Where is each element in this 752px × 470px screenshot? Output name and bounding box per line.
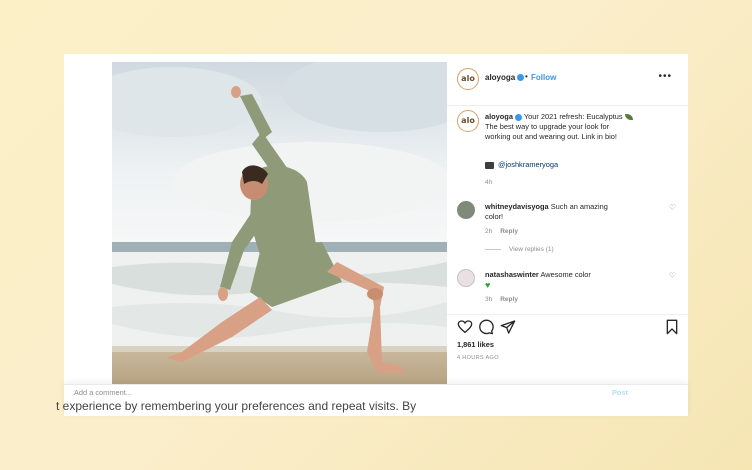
follow-button[interactable]: Follow — [531, 73, 556, 82]
share-icon[interactable] — [500, 319, 516, 335]
comment-avatar[interactable] — [457, 201, 475, 219]
post-photo[interactable] — [112, 62, 447, 385]
separator-dot: • — [525, 72, 528, 81]
green-heart-icon: ♥ — [485, 280, 491, 290]
tagged-user[interactable]: @joshkrameryoga — [485, 160, 558, 169]
comment-avatar[interactable] — [457, 269, 475, 287]
caption-body: Your 2021 refresh: Eucalyptus — [523, 112, 623, 121]
caption-body-2: The best way to upgrade your look for wo… — [485, 122, 617, 141]
cookie-banner: Add a comment... Post t experience by re… — [56, 384, 688, 416]
comment-username[interactable]: whitneydavisyoga — [485, 202, 549, 211]
leaf-icon — [624, 114, 633, 121]
verified-icon — [517, 74, 525, 82]
camera-icon — [485, 161, 494, 169]
caption-username[interactable]: aloyoga — [485, 112, 513, 121]
more-icon[interactable]: ••• — [658, 71, 672, 82]
add-comment-input[interactable]: Add a comment... — [74, 388, 132, 397]
post-header: alo aloyoga • Follow ••• — [447, 62, 688, 106]
username-link[interactable]: aloyoga — [485, 73, 525, 82]
post-timestamp: 4 HOURS AGO — [457, 355, 499, 361]
bookmark-icon[interactable] — [664, 319, 680, 335]
comment-icon[interactable] — [478, 319, 494, 335]
post-sidebar: alo aloyoga • Follow ••• alo aloyoga You… — [447, 54, 688, 385]
likes-count[interactable]: 1,861 likes — [457, 340, 494, 349]
cookie-text: t experience by remembering your prefere… — [56, 399, 417, 413]
post-actions: 1,861 likes 4 HOURS AGO — [447, 314, 688, 385]
comment-meta: 3h Reply — [485, 296, 518, 303]
verified-icon — [514, 113, 522, 121]
yoga-photo-image — [112, 62, 447, 385]
avatar[interactable]: alo — [457, 68, 479, 90]
instagram-post-card: alo aloyoga • Follow ••• alo aloyoga You… — [64, 54, 688, 416]
comment-text: natashaswinter Awesome color ♥ — [485, 270, 591, 290]
heart-icon[interactable] — [457, 319, 473, 335]
reply-button[interactable]: Reply — [500, 296, 518, 303]
reply-button[interactable]: Reply — [500, 228, 518, 235]
caption-avatar[interactable]: alo — [457, 110, 479, 132]
view-replies-button[interactable]: View replies (1) — [485, 246, 554, 253]
comment-heart-icon[interactable]: ♡ — [669, 271, 676, 280]
comment-text: whitneydavisyoga Such an amazing color! — [485, 202, 608, 221]
post-button[interactable]: Post — [612, 388, 628, 397]
caption-time: 4h — [485, 179, 493, 186]
caption-text: aloyoga Your 2021 refresh: Eucalyptus Th… — [485, 112, 635, 142]
comment-heart-icon[interactable]: ♡ — [669, 203, 676, 212]
comment-meta: 2h Reply — [485, 228, 518, 235]
comment-username[interactable]: natashaswinter — [485, 270, 539, 279]
